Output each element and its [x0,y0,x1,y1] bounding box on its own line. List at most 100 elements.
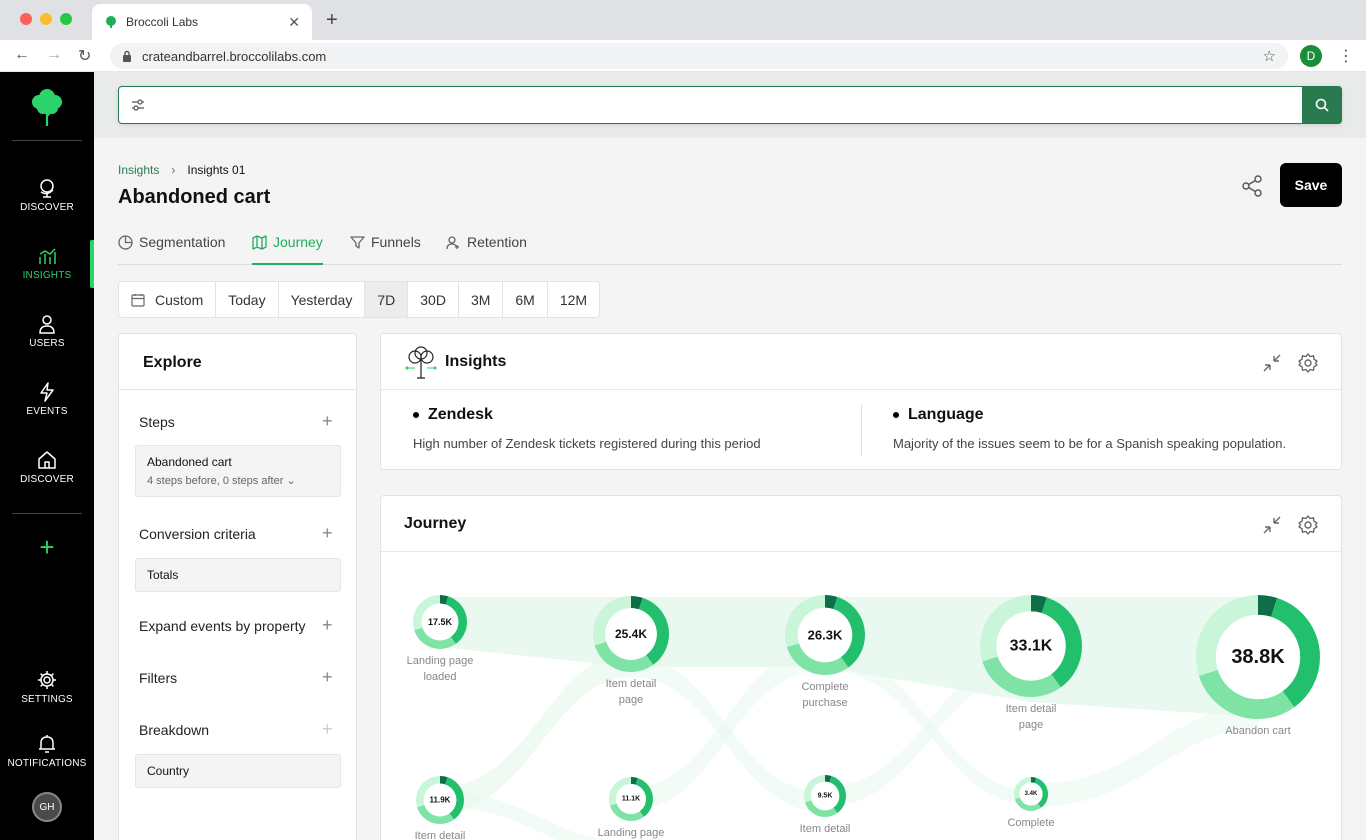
insights-title: Insights [445,353,507,370]
tab-journey[interactable]: Journey [252,234,323,265]
insight-heading: Zendesk [428,406,493,423]
journey-node-top-3[interactable]: 33.1K [979,595,1083,698]
journey-node-value: 9.5K [818,793,833,800]
sidebar-item-notifications[interactable]: NOTIFICATIONS [0,734,94,769]
tab-funnels[interactable]: Funnels [350,234,421,265]
url-text: crateandbarrel.broccolilabs.com [142,48,327,64]
journey-node-label: Item detail [414,830,466,840]
sidebar-item-label: NOTIFICATIONS [7,758,87,769]
journey-node-top-0[interactable]: 17.5K [412,594,468,650]
date-option-today[interactable]: Today [216,282,279,317]
add-breakdown-button[interactable]: + [322,719,333,740]
sidebar-item-discover-home[interactable]: DISCOVER [0,450,94,485]
save-button[interactable]: Save [1280,163,1342,207]
step-chip[interactable]: Abandoned cart 4 steps before, 0 steps a… [135,445,341,497]
insights-card: Insights Zendesk High number of Zendesk … [380,333,1342,470]
date-option-3m[interactable]: 3M [459,282,504,317]
sidebar-item-label: EVENTS [26,406,68,417]
add-conversion-button[interactable]: + [322,523,333,544]
divider [381,389,1341,390]
sidebar-item-label: SETTINGS [21,694,73,705]
add-icon[interactable]: + [0,532,94,563]
add-filter-button[interactable]: + [322,667,333,688]
journey-node-label: Landing page [597,827,665,839]
sidebar: DISCOVER INSIGHTS USERS EVENTS DISCOVER … [0,72,94,840]
browser-tab-strip: Broccoli Labs ✕ + [0,0,1366,40]
bookmark-star-icon[interactable]: ☆ [1263,47,1276,65]
search-icon [1315,98,1329,112]
close-tab-icon[interactable]: ✕ [288,14,300,31]
reload-icon[interactable]: ↻ [78,46,91,66]
sidebar-item-users[interactable]: USERS [0,314,94,349]
user-avatar[interactable]: GH [32,792,62,822]
gear-icon[interactable] [1297,514,1319,536]
browser-menu-icon[interactable]: ⋮ [1338,46,1354,66]
date-option-custom[interactable]: Custom [119,282,217,317]
journey-node-label: Landing page loaded [406,655,474,683]
date-option-12m[interactable]: 12M [548,282,599,317]
lightning-icon [40,382,54,402]
sidebar-item-settings[interactable]: SETTINGS [0,670,94,705]
broccoli-insights-icon [405,346,437,379]
date-option-30d[interactable]: 30D [408,282,459,317]
new-tab-button[interactable]: + [326,9,338,32]
browser-profile-avatar[interactable]: D [1300,45,1322,67]
filter-sliders-icon[interactable] [131,98,145,112]
conversion-chip[interactable]: Totals [135,558,341,592]
tab-label: Journey [273,234,323,250]
journey-node-bottom-2[interactable]: 9.5K [804,775,846,818]
journey-card: Journey 17.5K 25.4K 26.3K 33.1K 38.8K 11.9K 11… [380,495,1342,840]
calendar-icon [131,293,145,307]
journey-node-label: Abandon cart [1225,725,1291,737]
page-title: Abandoned cart [118,186,271,208]
url-field[interactable]: crateandbarrel.broccolilabs.com ☆ [110,43,1288,69]
sidebar-item-events[interactable]: EVENTS [0,382,94,417]
gear-icon[interactable] [1297,352,1319,374]
close-window-button[interactable] [20,13,32,25]
user-icon [39,315,55,334]
minimize-window-button[interactable] [40,13,52,25]
date-option-6m[interactable]: 6M [503,282,548,317]
journey-node-top-2[interactable]: 26.3K [785,595,865,676]
journey-node-bottom-3[interactable]: 3.4K [1014,777,1049,812]
collapse-icon[interactable] [1261,514,1283,536]
journey-node-bottom-0[interactable]: 11.9K [415,776,464,824]
date-option-yesterday[interactable]: Yesterday [279,282,366,317]
breadcrumb: Insights › Insights 01 [118,163,245,177]
sidebar-item-insights[interactable]: INSIGHTS [0,246,94,281]
search-button[interactable] [1302,86,1342,124]
browser-tab[interactable]: Broccoli Labs ✕ [92,4,312,40]
maximize-window-button[interactable] [60,13,72,25]
forward-icon[interactable]: → [46,46,62,64]
divider [119,389,356,390]
journey-node-value: 38.8K [1231,646,1285,668]
add-step-button[interactable]: + [322,411,333,432]
date-option-label: Custom [155,291,204,308]
tab-segmentation[interactable]: Segmentation [118,234,225,265]
broccoli-logo-icon[interactable] [27,88,67,128]
journey-node-value: 26.3K [808,628,843,643]
journey-node-top-1[interactable]: 25.4K [593,595,670,672]
add-expand-button[interactable]: + [322,615,333,636]
journey-node-label: Item detail [799,823,851,835]
tab-retention[interactable]: Retention [446,234,527,265]
journey-node-bottom-1[interactable]: 11.1K [609,776,654,821]
sidebar-item-discover[interactable]: DISCOVER [0,178,94,213]
share-icon[interactable] [1240,174,1264,198]
gear-icon [38,671,56,689]
breakdown-chip[interactable]: Country [135,754,341,788]
pie-icon [118,235,133,250]
journey-node-value: 33.1K [1010,638,1053,655]
tab-label: Retention [467,234,527,250]
map-icon [252,235,267,250]
collapse-icon[interactable] [1261,352,1283,374]
breadcrumb-link-insights[interactable]: Insights [118,163,159,177]
step-chip-subtitle: 4 steps before, 0 steps after [147,475,284,487]
search-input[interactable] [159,95,1259,115]
date-option-7d[interactable]: 7D [365,282,409,317]
journey-node-top-4[interactable]: 38.8K [1195,595,1321,720]
retention-icon [446,236,459,250]
date-range-selector: Custom Today Yesterday 7D 30D 3M 6M 12M [118,281,601,318]
back-icon[interactable]: ← [14,46,30,64]
filters-label: Filters [139,670,178,686]
